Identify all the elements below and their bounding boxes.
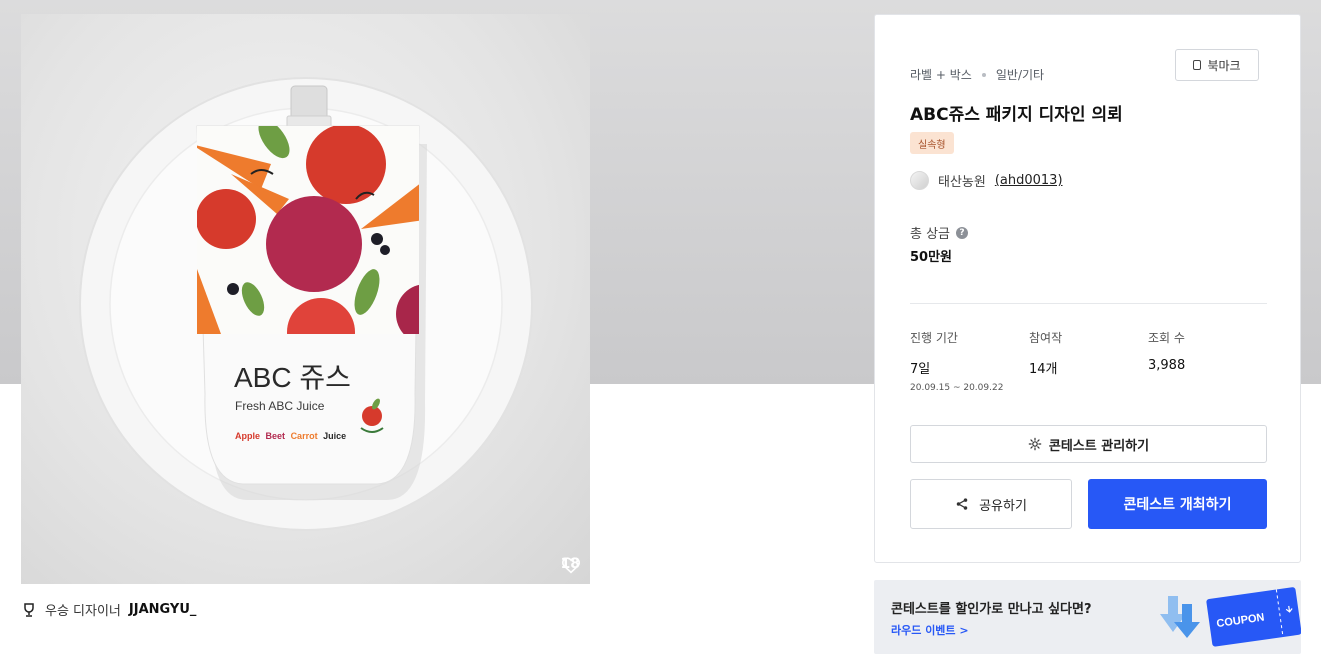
- gear-icon: [1028, 437, 1042, 451]
- client-info[interactable]: 태산농원 (ahd0013): [910, 171, 1063, 190]
- winner-label: 우승 디자이너: [45, 604, 121, 619]
- share-icon: [956, 498, 968, 510]
- package-subtitle: Fresh ABC Juice: [235, 399, 325, 413]
- coupon-illustration: COUPON: [1160, 587, 1301, 647]
- bookmark-icon: [1193, 60, 1202, 70]
- winner-name[interactable]: JJANGYU_: [129, 602, 196, 617]
- stat-period-range: 20.09.15 ~ 20.09.22: [910, 383, 1004, 393]
- breadcrumb-subcategory[interactable]: 일반/기타: [996, 66, 1044, 83]
- breadcrumb-category[interactable]: 라벨 + 박스: [910, 66, 972, 83]
- winner-designer: 우승 디자이너 JJANGYU_: [21, 600, 196, 619]
- juice-pouch-illustration: ABC 쥬스 Fresh ABC Juice Apple Beet Carrot…: [79, 77, 533, 531]
- share-button[interactable]: 공유하기: [910, 479, 1072, 529]
- bookmark-button[interactable]: 북마크: [1175, 49, 1259, 81]
- coupon-icon: COUPON: [1206, 587, 1301, 647]
- client-name: 태산농원: [938, 175, 986, 190]
- package-tagline: Apple Beet Carrot Juice: [235, 431, 346, 441]
- prize-label: 총 상금 ?: [910, 223, 969, 242]
- manage-contest-label: 콘테스트 관리하기: [1048, 438, 1150, 454]
- contest-info-card: 라벨 + 박스 일반/기타 북마크 ABC쥬스 패키지 디자인 의뢰 실속형 태…: [874, 14, 1301, 563]
- stat-period: 진행 기간 7일 20.09.15 ~ 20.09.22: [910, 329, 1003, 393]
- banner-event-link[interactable]: 라우드 이벤트 >: [891, 622, 969, 638]
- client-handle-link[interactable]: (ahd0013): [995, 173, 1063, 188]
- breadcrumb-separator: [981, 72, 986, 77]
- stat-entries-value: 14개: [1029, 362, 1058, 377]
- stat-views-label: 조회 수: [1148, 331, 1185, 345]
- client-avatar: [910, 171, 929, 190]
- stat-entries-label: 참여작: [1029, 331, 1063, 345]
- stat-period-value: 7일: [910, 362, 931, 377]
- contest-title: ABC쥬스 패키지 디자인 의뢰: [910, 105, 1123, 125]
- prize-value: 50만원: [910, 250, 953, 265]
- stat-period-label: 진행 기간: [910, 331, 958, 345]
- winning-artwork[interactable]: ABC 쥬스 Fresh ABC Juice Apple Beet Carrot…: [21, 14, 590, 584]
- coupon-event-banner[interactable]: 콘테스트를 할인가로 만나고 싶다면? 라우드 이벤트 > COUPON: [874, 580, 1301, 654]
- heart-icon: [561, 557, 580, 574]
- package-title: ABC 쥬스: [234, 362, 351, 393]
- like-counter[interactable]: 18: [561, 556, 580, 574]
- host-contest-button[interactable]: 콘테스트 개최하기: [1088, 479, 1267, 529]
- share-label: 공유하기: [979, 498, 1027, 514]
- stat-views-value: 3,988: [1148, 358, 1186, 373]
- banner-headline: 콘테스트를 할인가로 만나고 싶다면?: [891, 602, 1092, 617]
- trophy-icon: [24, 602, 34, 617]
- help-icon[interactable]: ?: [956, 226, 969, 239]
- bookmark-label: 북마크: [1207, 58, 1241, 73]
- prize-label-text: 총 상금: [910, 227, 951, 242]
- down-arrow-icon: [1160, 596, 1200, 638]
- divider: [910, 303, 1267, 304]
- stat-entries: 참여작 14개: [1029, 329, 1062, 377]
- stat-views: 조회 수 3,988: [1148, 329, 1185, 373]
- breadcrumb: 라벨 + 박스 일반/기타: [910, 66, 1044, 83]
- plan-tag: 실속형: [910, 132, 954, 154]
- manage-contest-button[interactable]: 콘테스트 관리하기: [910, 425, 1267, 463]
